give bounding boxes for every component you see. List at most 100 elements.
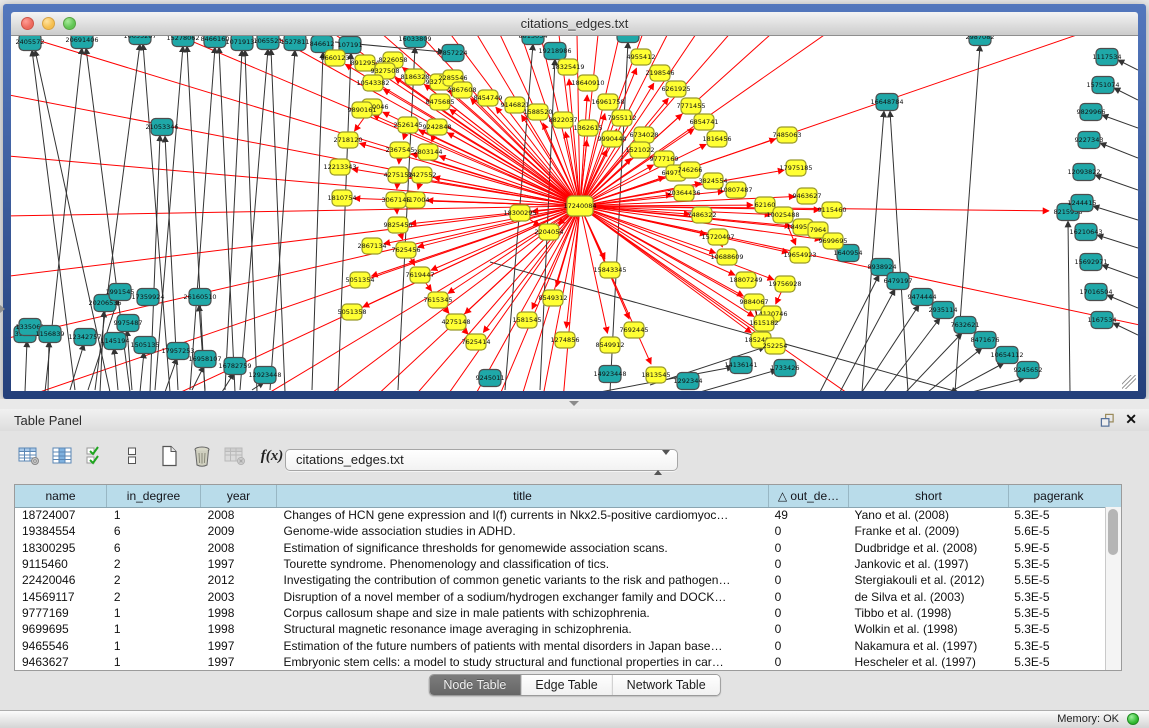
tab-network-table[interactable]: Network Table	[613, 675, 720, 695]
graph-node[interactable]: 2867134	[358, 238, 387, 254]
graph-node[interactable]: 1816456	[703, 131, 732, 147]
graph-node[interactable]: 7632621	[951, 317, 980, 334]
graph-node[interactable]: 19756928	[768, 276, 801, 292]
graph-node[interactable]: 1505135	[131, 337, 160, 354]
graph-node[interactable]: 2867608	[448, 82, 477, 98]
graph-node[interactable]: 1274856	[551, 332, 580, 348]
graph-node[interactable]: 15278062	[166, 36, 199, 47]
graph-node[interactable]: 2198546	[646, 65, 675, 81]
graph-node[interactable]: 6261925	[662, 81, 691, 97]
graph-node[interactable]: 1244415	[1068, 195, 1097, 212]
graph-node[interactable]: 15843345	[593, 262, 626, 278]
table-row[interactable]: 911546021997Tourette syndrome. Phenomeno…	[15, 556, 1106, 572]
graph-node[interactable]: 10688609	[710, 249, 743, 265]
graph-node[interactable]: 3067145	[382, 192, 411, 208]
graph-node[interactable]: 9825456	[384, 217, 413, 233]
graph-node[interactable]: 1145194	[101, 333, 130, 350]
graph-node[interactable]: 19218986	[538, 43, 571, 60]
horizontal-splitter[interactable]	[0, 399, 1149, 409]
graph-node[interactable]: 18325419	[551, 59, 584, 75]
graph-node[interactable]: 17240084	[563, 196, 596, 216]
column-header-out_de[interactable]: △ out_de…	[769, 485, 849, 507]
table-row[interactable]: 1938455462009Genome-wide association stu…	[15, 523, 1106, 539]
graph-node[interactable]: 1733426	[771, 360, 800, 377]
graph-node[interactable]: 1292344	[674, 373, 703, 390]
graph-node[interactable]: 20364436	[667, 185, 700, 201]
graph-node[interactable]: 1065521	[254, 36, 283, 50]
graph-node[interactable]: 17016504	[1079, 284, 1112, 301]
graph-node[interactable]: 746266	[678, 162, 703, 178]
table-selector-dropdown[interactable]: citations_edges.txt	[285, 449, 678, 471]
memory-status-icon[interactable]	[1127, 713, 1139, 725]
graph-node[interactable]: 1991545	[106, 284, 135, 301]
column-header-short[interactable]: short	[849, 485, 1009, 507]
graph-node[interactable]: 9699695	[819, 233, 848, 249]
graph-node[interactable]: 7771455	[677, 98, 706, 114]
row-height-icon[interactable]	[119, 443, 145, 469]
graph-node[interactable]: 7486322	[688, 207, 717, 223]
graph-node[interactable]: 1527811	[281, 36, 310, 51]
close-panel-icon[interactable]: ✕	[1125, 411, 1137, 428]
graph-node[interactable]: 4955412	[627, 49, 656, 65]
scrollbar-thumb[interactable]	[1108, 509, 1118, 555]
import-table-icon[interactable]	[222, 443, 248, 469]
graph-node[interactable]: 20691406	[65, 36, 98, 49]
new-document-icon[interactable]	[156, 443, 182, 469]
graph-node[interactable]: 2405572	[16, 36, 45, 51]
column-header-pagerank[interactable]: pagerank	[1009, 485, 1108, 507]
graph-node[interactable]: 10654112	[990, 347, 1023, 364]
graph-node[interactable]: 7615345	[424, 292, 453, 308]
graph-node[interactable]: 1615182	[750, 315, 779, 331]
graph-node[interactable]: 2526145	[394, 117, 423, 133]
float-window-icon[interactable]	[1100, 413, 1115, 428]
graph-node[interactable]: 9990444	[598, 131, 627, 147]
graph-node[interactable]: 1156839	[36, 326, 65, 343]
vertical-scrollbar[interactable]	[1105, 507, 1121, 670]
graph-node[interactable]: 9474444	[908, 289, 937, 306]
collapsed-panel-arrow-icon[interactable]	[0, 305, 5, 313]
graph-node[interactable]: 7955112	[608, 110, 637, 126]
table-row[interactable]: 1830029562008Estimation of significance …	[15, 540, 1106, 556]
graph-node[interactable]: 16210643	[1069, 224, 1102, 241]
graph-node[interactable]: 8549912	[596, 337, 625, 353]
column-header-title[interactable]: title	[277, 485, 769, 507]
graph-node[interactable]: 10655287	[123, 36, 156, 45]
table-settings-icon[interactable]	[16, 443, 42, 469]
graph-node[interactable]: 6479197	[884, 273, 913, 290]
graph-node[interactable]: 8475685	[426, 94, 455, 110]
table-row[interactable]: 1456911722003Disruption of a novel membe…	[15, 588, 1106, 604]
graph-node[interactable]: 4275148	[442, 314, 471, 330]
graph-node[interactable]: 9463627	[793, 188, 822, 204]
graph-node[interactable]: 7625414	[462, 334, 491, 350]
graph-node[interactable]: 9115460	[818, 202, 847, 218]
graph-node[interactable]: 9829966	[1077, 104, 1106, 121]
graph-node[interactable]: 4275152	[384, 167, 413, 183]
graph-node[interactable]: 12093822	[1067, 164, 1100, 181]
graph-node[interactable]: 252254	[763, 338, 788, 354]
table-row[interactable]: 946554611997Estimation of the future num…	[15, 637, 1106, 653]
graph-node[interactable]: 7485063	[773, 127, 802, 143]
graph-node[interactable]: 9890161	[348, 102, 377, 118]
graph-node[interactable]: 17975185	[779, 160, 812, 176]
graph-node[interactable]: 2367545	[386, 142, 415, 158]
graph-node[interactable]: 15692971	[1074, 254, 1107, 271]
graph-node[interactable]: 6734028	[630, 127, 659, 143]
graph-node[interactable]: 9227343	[1075, 132, 1104, 149]
graph-node[interactable]: 5051358	[338, 304, 367, 320]
network-canvas[interactable]: 2405572206914061065528715278062846616010…	[11, 36, 1138, 391]
graph-node[interactable]: 16033809	[398, 36, 431, 48]
function-icon[interactable]: f(x)	[259, 443, 285, 469]
graph-node[interactable]: 7692445	[620, 322, 649, 338]
table-row[interactable]: 969969511998Structural magnetic resonanc…	[15, 621, 1106, 637]
column-header-year[interactable]: year	[201, 485, 277, 507]
column-header-name[interactable]: name	[15, 485, 107, 507]
table-row[interactable]: 946362711997Embryonic stem cells: a mode…	[15, 654, 1106, 670]
graph-node[interactable]: 9975487	[114, 315, 143, 332]
graph-node[interactable]: 2803144	[414, 144, 443, 160]
window-titlebar[interactable]: citations_edges.txt	[11, 12, 1138, 36]
tab-edge-table[interactable]: Edge Table	[521, 675, 612, 695]
table-row[interactable]: 1872400712008Changes of HCN gene express…	[15, 507, 1106, 523]
graph-node[interactable]: 9242848	[423, 119, 452, 135]
graph-node[interactable]: 8471676	[971, 332, 1000, 349]
graph-node[interactable]: 9245011	[476, 370, 505, 387]
